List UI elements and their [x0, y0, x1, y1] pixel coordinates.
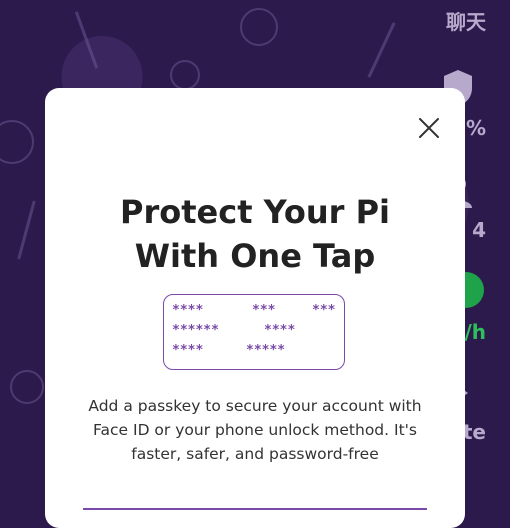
modal-description: Add a passkey to secure your account wit…	[88, 397, 422, 463]
password-mask: ****	[264, 323, 296, 338]
invite-label: te	[462, 420, 486, 444]
password-mask: ***	[312, 303, 336, 318]
password-mask: ****	[172, 303, 204, 318]
password-mask: ***	[252, 303, 276, 318]
user-count: 4	[472, 218, 486, 242]
modal-title: Protect Your Pi With One Tap	[120, 193, 390, 275]
chat-label[interactable]: 聊天	[446, 6, 486, 35]
password-mask: ******	[172, 323, 219, 338]
password-mask: *****	[246, 343, 286, 358]
passkey-modal: Protect Your Pi With One Tap **** *** **…	[45, 88, 465, 528]
password-mask: ****	[172, 343, 204, 358]
passkey-illustration: **** *** *** ****** **** **** *****	[163, 294, 345, 370]
background-doodle	[170, 60, 200, 90]
background-doodle	[0, 120, 34, 164]
background-doodle	[240, 8, 278, 46]
security-percent: %	[465, 116, 486, 140]
background-sword	[17, 200, 36, 260]
background-doodle	[10, 370, 44, 404]
close-icon[interactable]	[415, 114, 443, 142]
background-sword	[74, 11, 99, 69]
background-sword	[367, 22, 396, 78]
